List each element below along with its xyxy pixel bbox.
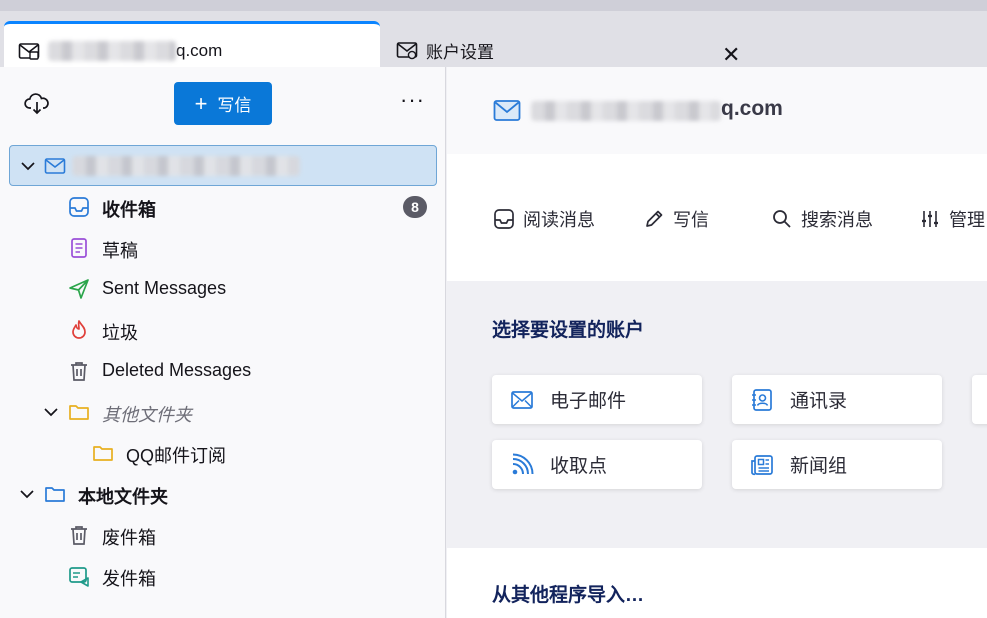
- setup-partial-card[interactable]: [972, 375, 987, 424]
- card-label: 新闻组: [790, 456, 848, 477]
- local-folders-row[interactable]: 本地文件夹: [0, 473, 446, 514]
- account-name: q.com: [721, 97, 783, 120]
- sent-icon: [69, 279, 89, 299]
- trash-icon: [71, 526, 87, 545]
- account-central: q.com 阅读消息 写信 搜索消息 管理 选择要设置的账户 电子邮件 通讯录 …: [447, 67, 987, 618]
- newsgroup-icon: [751, 454, 773, 475]
- folder-icon: [45, 487, 65, 502]
- account-header: q.com: [447, 67, 987, 154]
- card-label: 电子邮件: [550, 391, 627, 412]
- folder-other[interactable]: 其他文件夹: [0, 391, 446, 432]
- setup-address-book-card[interactable]: 通讯录: [732, 375, 942, 424]
- folder-pane: + 写信 ··· 收件箱 8 草稿 Sent Messages 垃圾 Delet…: [0, 67, 446, 618]
- account-setup-section: 选择要设置的账户 电子邮件 通讯录 收取点 新闻组: [447, 281, 987, 548]
- folder-sent[interactable]: Sent Messages: [0, 268, 446, 309]
- mail-icon: [44, 158, 66, 174]
- tab-title: 账户设置: [426, 42, 494, 62]
- plus-icon: +: [194, 90, 208, 116]
- address-book-icon: [752, 388, 772, 411]
- folder-label: 废件箱: [102, 528, 156, 548]
- compose-button[interactable]: 写信: [643, 206, 709, 232]
- setup-newsgroup-card[interactable]: 新闻组: [732, 440, 942, 489]
- more-options-icon[interactable]: ···: [400, 87, 425, 113]
- folder-icon: [93, 446, 113, 461]
- close-icon[interactable]: ✕: [722, 44, 740, 66]
- tab-title-redacted: [48, 41, 176, 61]
- folder-icon: [69, 405, 89, 420]
- unread-badge: 8: [403, 196, 427, 218]
- setup-title: 选择要设置的账户: [492, 320, 645, 341]
- folder-label: 其他文件夹: [102, 405, 192, 425]
- folder-drafts[interactable]: 草稿: [0, 227, 446, 268]
- search-icon: [773, 210, 791, 228]
- folder-outbox[interactable]: 发件箱: [0, 555, 446, 596]
- folder-pane-toolbar: + 写信 ···: [0, 67, 446, 139]
- drafts-icon: [71, 238, 87, 258]
- action-label: 管理: [949, 210, 985, 230]
- inbox-icon: [69, 197, 89, 217]
- outbox-icon: [69, 567, 89, 587]
- card-label: 通讯录: [790, 391, 848, 412]
- junk-icon: [72, 320, 86, 339]
- action-label: 阅读消息: [523, 210, 595, 230]
- folder-label: Sent Messages: [102, 278, 227, 298]
- folder-junk[interactable]: 垃圾: [0, 309, 446, 350]
- mail-icon: [18, 43, 40, 60]
- folder-deleted[interactable]: Deleted Messages: [0, 350, 446, 391]
- account-name-redacted: [72, 156, 300, 176]
- search-messages-button[interactable]: 搜索消息: [771, 206, 873, 232]
- tab-strip: q.com 账户设置 ✕: [0, 0, 987, 78]
- rss-icon: [512, 453, 534, 474]
- mail-icon: [511, 390, 533, 409]
- cloud-download-icon[interactable]: [24, 91, 50, 117]
- chevron-down-icon[interactable]: [19, 486, 35, 502]
- write-button-label: 写信: [217, 96, 252, 115]
- tab-title: q.com: [176, 41, 223, 60]
- chevron-down-icon[interactable]: [43, 404, 59, 420]
- folder-label: 垃圾: [102, 323, 138, 343]
- folder-label: 收件箱: [102, 200, 156, 220]
- sliders-icon: [922, 211, 938, 227]
- write-button[interactable]: + 写信: [174, 82, 272, 125]
- inbox-icon: [494, 209, 514, 229]
- trash-icon: [71, 362, 87, 381]
- folder-label: QQ邮件订阅: [126, 446, 227, 466]
- import-title: 从其他程序导入…: [492, 585, 645, 606]
- folder-inbox[interactable]: 收件箱 8: [0, 186, 446, 227]
- mail-settings-icon: [396, 42, 418, 60]
- folder-local-trash[interactable]: 废件箱: [0, 514, 446, 555]
- mail-icon: [493, 100, 521, 121]
- setup-feeds-card[interactable]: 收取点: [492, 440, 702, 489]
- folder-label: 发件箱: [102, 569, 156, 589]
- action-label: 搜索消息: [801, 210, 873, 230]
- local-folders-label: 本地文件夹: [78, 487, 168, 507]
- chevron-down-icon[interactable]: [20, 158, 36, 174]
- setup-email-card[interactable]: 电子邮件: [492, 375, 702, 424]
- folder-qq-subscription[interactable]: QQ邮件订阅: [0, 432, 446, 473]
- account-actions: 阅读消息 写信 搜索消息 管理: [447, 154, 987, 281]
- pencil-icon: [646, 210, 663, 227]
- account-name-redacted: [531, 101, 721, 121]
- action-label: 写信: [673, 210, 709, 230]
- read-messages-button[interactable]: 阅读消息: [493, 206, 595, 232]
- folder-label: Deleted Messages: [102, 360, 252, 380]
- import-section: 从其他程序导入…: [447, 548, 987, 618]
- manage-button[interactable]: 管理: [919, 206, 985, 232]
- card-label: 收取点: [550, 456, 608, 477]
- folder-label: 草稿: [102, 241, 138, 261]
- account-row[interactable]: [9, 145, 437, 186]
